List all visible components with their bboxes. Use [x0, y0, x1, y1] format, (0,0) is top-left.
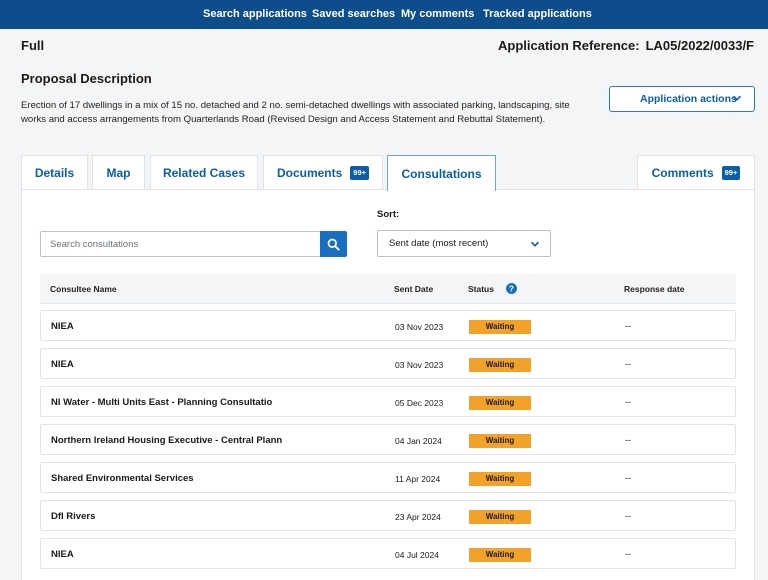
response-date: --	[625, 359, 631, 369]
status-badge: Waiting	[469, 510, 531, 524]
search-consultations-input[interactable]	[40, 231, 321, 257]
status-badge: Waiting	[469, 472, 531, 486]
search-button[interactable]	[320, 231, 347, 257]
response-date: --	[625, 473, 631, 483]
consultee-name: NIEA	[51, 321, 74, 332]
tab-label: Comments	[651, 166, 714, 180]
sent-date: 11 Apr 2024	[395, 474, 441, 484]
application-reference-label: Application Reference:	[498, 38, 640, 53]
consultations-table-header: Consultee Name Sent Date Status Response…	[40, 274, 736, 304]
application-actions-button[interactable]: Application actions	[609, 86, 755, 112]
nav-search-applications[interactable]: Search applications	[203, 8, 307, 20]
sent-date: 04 Jul 2024	[395, 550, 439, 560]
chevron-down-icon	[732, 95, 742, 101]
table-row[interactable]: Shared Environmental Services 11 Apr 202…	[40, 462, 736, 493]
search-icon	[327, 238, 340, 251]
consultee-name: DfI Rivers	[51, 511, 96, 522]
response-date: --	[625, 397, 631, 407]
table-row[interactable]: DfI Rivers 23 Apr 2024 Waiting --	[40, 500, 736, 531]
consultee-name: Shared Environmental Services	[51, 473, 194, 484]
tab-documents[interactable]: Documents 99+	[263, 155, 383, 190]
consultee-name: NIEA	[51, 549, 74, 560]
response-date: --	[625, 435, 631, 445]
column-status[interactable]: Status	[468, 284, 494, 294]
documents-count-badge: 99+	[350, 166, 370, 180]
tab-label: Map	[106, 166, 131, 180]
nav-saved-searches[interactable]: Saved searches	[312, 8, 395, 20]
consultee-name: NIEA	[51, 359, 74, 370]
status-badge: Waiting	[469, 358, 531, 372]
application-actions-label: Application actions	[640, 93, 737, 105]
tab-consultations[interactable]: Consultations	[387, 155, 496, 191]
tab-related-cases[interactable]: Related Cases	[150, 155, 258, 190]
response-date: --	[625, 511, 631, 521]
consultee-name: NI Water - Multi Units East - Planning C…	[51, 397, 273, 408]
tab-label: Consultations	[401, 166, 482, 181]
nav-tracked-applications[interactable]: Tracked applications	[483, 8, 592, 20]
sent-date: 03 Nov 2023	[395, 322, 444, 332]
svg-text:?: ?	[509, 284, 514, 293]
tab-label: Related Cases	[162, 166, 246, 180]
table-row[interactable]: NI Water - Multi Units East - Planning C…	[40, 386, 736, 417]
tab-details[interactable]: Details	[21, 155, 88, 190]
proposal-description: Erection of 17 dwellings in a mix of 15 …	[21, 100, 570, 125]
sent-date: 03 Nov 2023	[395, 360, 444, 370]
column-response-date[interactable]: Response date	[624, 284, 684, 294]
tab-label: Documents	[276, 166, 343, 180]
sort-select-value: Sent date (most recent)	[389, 238, 489, 249]
tab-comments[interactable]: Comments 99+	[637, 155, 755, 190]
tab-map[interactable]: Map	[92, 155, 145, 190]
sort-select[interactable]: Sent date (most recent)	[377, 230, 551, 257]
application-reference-value: LA05/2022/0033/F	[645, 38, 754, 53]
sent-date: 04 Jan 2024	[395, 436, 442, 446]
comments-count-badge: 99+	[721, 166, 741, 180]
column-sent-date[interactable]: Sent Date	[394, 284, 433, 294]
table-row[interactable]: NIEA 04 Jul 2024 Waiting --	[40, 538, 736, 569]
response-date: --	[625, 549, 631, 559]
proposal-heading: Proposal Description	[21, 71, 152, 86]
column-consultee-name[interactable]: Consultee Name	[50, 284, 117, 294]
help-icon[interactable]: ?	[506, 283, 517, 294]
nav-my-comments[interactable]: My comments	[401, 8, 474, 20]
table-row[interactable]: NIEA 03 Nov 2023 Waiting --	[40, 348, 736, 379]
tab-label: Details	[34, 166, 75, 180]
sort-label: Sort:	[377, 209, 400, 220]
top-navigation: Search applications Saved searches My co…	[0, 0, 768, 29]
status-badge: Waiting	[469, 396, 531, 410]
sent-date: 05 Dec 2023	[395, 398, 444, 408]
sent-date: 23 Apr 2024	[395, 512, 441, 522]
application-reference: Application Reference: LA05/2022/0033/F	[498, 38, 754, 53]
table-row[interactable]: NIEA 03 Nov 2023 Waiting --	[40, 310, 736, 341]
status-badge: Waiting	[469, 548, 531, 562]
status-badge: Waiting	[469, 434, 531, 448]
response-date: --	[625, 321, 631, 331]
table-row[interactable]: Northern Ireland Housing Executive - Cen…	[40, 424, 736, 455]
application-type: Full	[21, 38, 45, 53]
status-badge: Waiting	[469, 320, 531, 334]
chevron-down-icon	[530, 241, 540, 247]
consultee-name: Northern Ireland Housing Executive - Cen…	[51, 435, 283, 446]
